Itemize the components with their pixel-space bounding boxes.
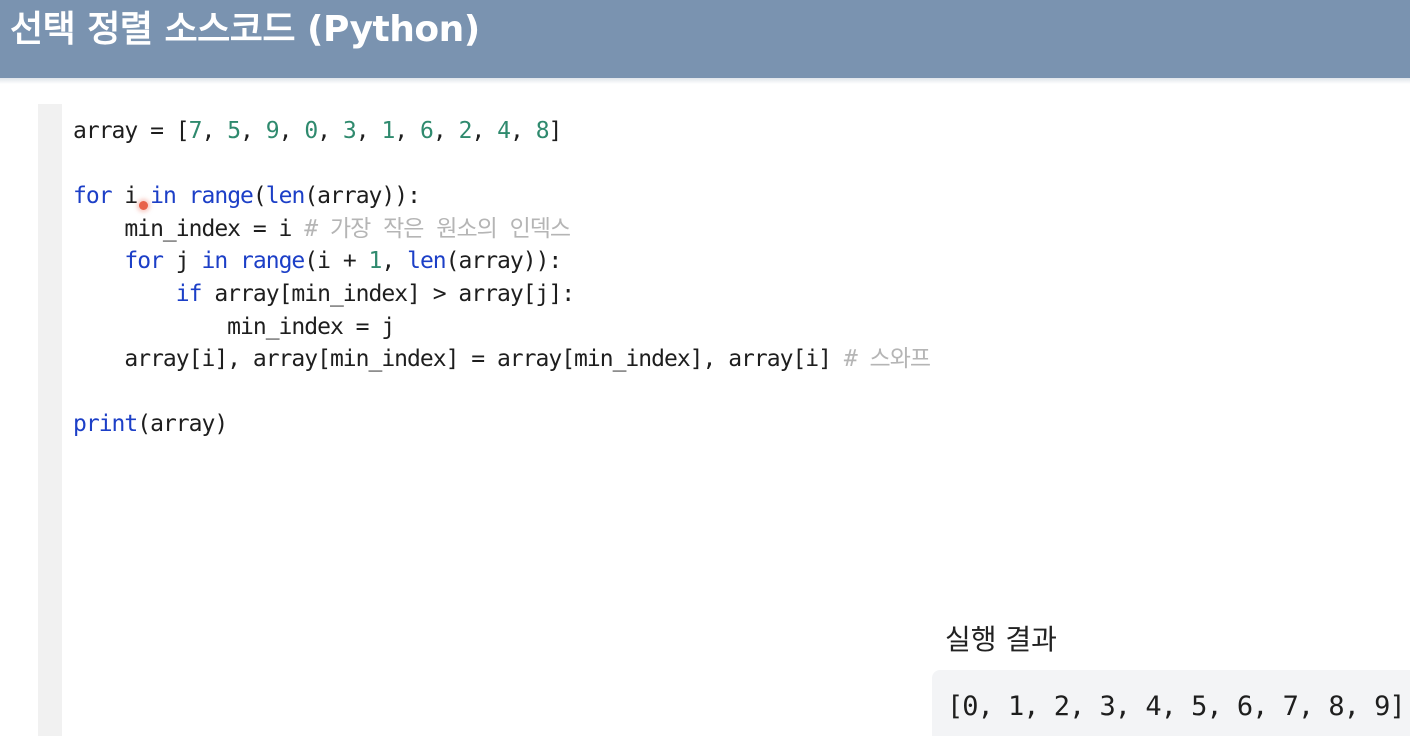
code-text: ,: [471, 118, 498, 144]
slide-title-bar: 선택 정렬 소스코드 (Python): [0, 0, 1410, 78]
code-comment: # 가장 작은 원소의 인덱스: [304, 215, 571, 242]
code-keyword: in: [201, 248, 228, 275]
code-text: (array): [137, 411, 228, 438]
code-line: if array[min_index] > array[j]:: [73, 278, 930, 311]
code-comment: # 스와프: [843, 346, 931, 373]
code-number: 8: [535, 118, 550, 144]
code-line: array[i], array[min_index] = array[min_i…: [73, 343, 931, 376]
pointer-dot-icon: [139, 201, 148, 210]
code-line: print(array): [73, 408, 930, 441]
code-keyword: len: [407, 248, 447, 275]
code-keyword: print: [73, 411, 138, 438]
code-line: min_index = i # 가장 작은 원소의 인덱스: [73, 213, 930, 246]
code-text: array[min_index] > array[j]:: [201, 280, 575, 307]
code-keyword: if: [175, 280, 203, 307]
code-text: j: [162, 248, 202, 275]
code-text: ,: [240, 118, 266, 144]
code-keyword: range: [188, 183, 254, 210]
code-number: 5: [227, 118, 241, 144]
code-line: for j in range(i + 1, len(array)):: [73, 245, 930, 278]
code-text: min_index = i: [73, 215, 305, 242]
title-divider: [0, 78, 1410, 84]
code-text: ,: [355, 118, 382, 144]
result-output: [0, 1, 2, 3, 4, 5, 6, 7, 8, 9]: [947, 691, 1406, 722]
code-text: ]: [548, 118, 563, 144]
code-number: 6: [420, 118, 434, 144]
code-text: ,: [432, 118, 459, 144]
code-text: ,: [509, 118, 536, 144]
code-text: (i +: [304, 248, 369, 275]
code-keyword: for: [124, 248, 164, 275]
code-text: ,: [394, 118, 420, 144]
code-line: array = [7, 5, 9, 0, 3, 1, 6, 2, 4, 8]: [73, 115, 930, 148]
code-number: 1: [381, 118, 395, 144]
code-number: 1: [368, 248, 383, 275]
result-label: 실행 결과: [945, 623, 1057, 656]
code-number: 4: [497, 118, 511, 144]
code-keyword: in: [150, 183, 177, 210]
code-number: 7: [188, 118, 203, 144]
code-text: ,: [278, 118, 305, 144]
code-text: ,: [381, 248, 408, 275]
code-text: (: [252, 183, 267, 210]
code-line: min_index = j: [73, 311, 930, 344]
code-text: min_index = j: [73, 313, 395, 340]
code-text: array[i], array[min_index] = array[min_i…: [73, 346, 844, 373]
code-keyword: for: [73, 183, 113, 210]
code-line: for i in range(len(array)):: [73, 180, 930, 213]
code-number: 9: [265, 118, 280, 144]
code-keyword: len: [265, 183, 306, 210]
code-block: array = [7, 5, 9, 0, 3, 1, 6, 2, 4, 8] f…: [73, 115, 931, 441]
code-text: ,: [317, 118, 343, 144]
code-number: 0: [304, 118, 318, 144]
code-text: ,: [201, 118, 228, 144]
code-number: 2: [458, 118, 473, 144]
code-number: 3: [342, 118, 357, 144]
code-keyword: range: [240, 248, 305, 275]
code-text: (array)):: [304, 183, 421, 210]
slide-title: 선택 정렬 소스코드 (Python): [10, 9, 480, 50]
code-text: (array)):: [445, 248, 563, 275]
code-text: array = [: [73, 118, 190, 144]
